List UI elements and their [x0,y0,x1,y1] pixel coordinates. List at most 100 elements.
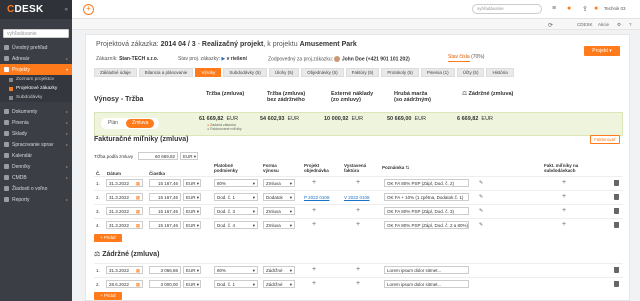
calendar-icon[interactable]: ▦ [136,267,140,273]
currency-select[interactable]: EUR ▾ [180,152,198,160]
global-search-input[interactable]: vyhľadávanie [472,4,542,14]
currency-select[interactable]: EUR ▾ [183,221,201,229]
calendar-icon[interactable]: ▦ [136,180,140,186]
add-order-icon[interactable]: + [312,221,316,228]
sidebar-item-adresar[interactable]: Adresár ▸ [0,53,72,64]
amount-input[interactable]: 3 066,86 [149,266,181,274]
amount-input[interactable]: 15 167,46 [149,179,181,187]
upload-icon[interactable]: ⇪ [582,5,588,13]
toggle-zmluva[interactable]: Zmluva [126,119,155,128]
tab-ucty[interactable]: Účty (5) [456,68,485,77]
add-invoice-icon[interactable]: + [356,221,360,228]
amount-input[interactable]: 15 167,46 [149,207,181,215]
sidebar-item-dashboard[interactable]: Úvodný prehľad [0,42,72,53]
delete-icon[interactable] [614,222,619,228]
delete-icon[interactable] [614,267,619,273]
tab-pinenia[interactable]: Pinenia (1) [420,68,455,77]
amount-input[interactable]: 15 167,46 [149,193,181,201]
note-input[interactable]: Lorem ipsum dolor sitmet... [384,266,469,274]
sidebar-subitem-zoznam[interactable]: Zoznam projektov [0,75,72,84]
toggle-plan[interactable]: Plán [102,119,124,128]
tab-zakladne[interactable]: Základné údaje [94,68,137,77]
add-subcontract-icon[interactable]: + [562,207,566,214]
help-icon[interactable]: ? [629,22,632,27]
notification-icon[interactable]: ● [567,5,571,12]
avatar[interactable]: ● [594,5,598,12]
sidebar-search-input[interactable]: vyhľadávanie [3,29,69,38]
sidebar-subitem-subdodavky[interactable]: Subdodávky [0,93,72,102]
edit-icon[interactable]: ✎ [479,180,483,186]
add-invoice-icon[interactable]: + [356,280,360,287]
sidebar-item-dokumenty[interactable]: Dokumenty ▸ [0,106,72,117]
total-input[interactable]: 60 669,82 [138,152,178,160]
order-link[interactable]: P 2022 0108 [304,195,329,200]
projekt-button[interactable]: Projekt ▾ [584,46,620,56]
refresh-icon[interactable]: ⟳ [548,22,553,29]
revenue-form-select[interactable]: Zmluva ▾ [263,179,295,187]
payment-terms-select[interactable]: 80% ▾ [214,179,258,187]
payment-terms-select[interactable]: Dod. č. 1 ▾ [214,280,258,288]
tab-faktury[interactable]: Faktúry (5) [345,68,380,77]
currency-select[interactable]: EUR ▾ [183,266,201,274]
currency-select[interactable]: EUR ▾ [183,179,201,187]
revenue-form-select[interactable]: Zádržné ▾ [263,280,295,288]
note-input[interactable]: OK FA 80% PSP (Zápl, Dod. č. 3) [384,207,469,215]
note-input[interactable]: OK FA 80% PSP (Zápl, Dod. č. 2) [384,179,469,187]
sidebar-subitem-zakazky[interactable]: Projektové zákazky [0,84,72,93]
calendar-icon[interactable]: ▦ [136,208,140,214]
amount-input[interactable]: 15 167,46 [149,221,181,229]
collapse-icon[interactable]: « [65,7,68,13]
add-order-icon[interactable]: + [312,280,316,287]
delete-icon[interactable] [614,194,619,200]
tab-historia[interactable]: História [486,68,514,77]
tab-protokoly[interactable]: Protokoly (5) [381,68,419,77]
revenue-form-select[interactable]: Dodatok ▾ [263,193,295,201]
revenue-form-select[interactable]: Zmluva ▾ [263,207,295,215]
date-input[interactable]: 31.3.2022 ▦ [106,207,143,215]
invoice-link[interactable]: V 2022 0108 [344,195,370,200]
calendar-icon[interactable]: ▦ [136,222,140,228]
logo[interactable]: CDESK « [0,0,72,19]
sidebar-item-pinenia[interactable]: Pinenia ▸ [0,117,72,128]
add-milestone-button[interactable]: + Pridať [94,234,122,242]
user-name[interactable]: Technik 03 [604,6,626,11]
actions-menu[interactable]: Akcie [598,22,609,27]
tab-vyroby[interactable]: Výroby [195,68,222,77]
note-input[interactable]: Lorem ipsum dolor sitmet... [384,280,469,288]
sidebar-item-reporty[interactable]: Reporty ▸ [0,194,72,205]
note-input[interactable]: OK FA + 10% (1 zpětna, Dodatok č. 1) [384,193,469,201]
add-retention-button[interactable]: + Pridať [94,292,122,300]
date-input[interactable]: 31.3.2022 ▦ [106,266,143,274]
settings-icon[interactable]: ⚙ [617,22,621,28]
delete-icon[interactable] [614,180,619,186]
status-indicator[interactable]: Stav čísla (70%) [448,54,484,62]
hamburger-icon[interactable]: ≡ [552,5,556,12]
tab-bilancia[interactable]: Bilancia a plánovanie [138,68,194,77]
edit-icon[interactable]: ✎ [479,222,483,228]
date-input[interactable]: 28.6.2022 ▦ [106,280,143,288]
add-invoice-icon[interactable]: + [356,179,360,186]
add-subcontract-icon[interactable]: + [562,179,566,186]
tab-subdodavky[interactable]: Subdodávky (5) [223,68,267,77]
payment-terms-select[interactable]: Dod. č. 3 ▾ [214,207,258,215]
payment-terms-select[interactable]: Dod. č. 1 ▾ [214,193,258,201]
revenue-form-select[interactable]: Zádržné ▾ [263,266,295,274]
currency-select[interactable]: EUR ▾ [183,280,201,288]
sidebar-item-volno[interactable]: Žiadosti o voľno [0,183,72,194]
tab-objednavky[interactable]: Objednávky (5) [301,68,344,77]
add-invoice-icon[interactable]: + [356,207,360,214]
sidebar-item-spracovanie[interactable]: Spracovanie sprav ▸ [0,139,72,150]
calendar-icon[interactable]: ▦ [136,194,140,200]
edit-icon[interactable]: ✎ [479,194,483,200]
date-input[interactable]: 31.3.2022 ▦ [106,221,143,229]
add-invoice-icon[interactable]: + [356,266,360,273]
calendar-icon[interactable]: ▦ [136,281,140,287]
payment-terms-select[interactable]: 80% ▾ [214,266,258,274]
sidebar-item-cmdb[interactable]: CMDB ▸ [0,172,72,183]
currency-select[interactable]: EUR ▾ [183,207,201,215]
delete-icon[interactable] [614,281,619,287]
add-order-icon[interactable]: + [312,179,316,186]
amount-input[interactable]: 3 000,00 [149,280,181,288]
sidebar-item-projekty[interactable]: Projekty ▾ [0,64,72,75]
plan-zmluva-toggle[interactable]: Plán Zmluva [101,118,159,129]
